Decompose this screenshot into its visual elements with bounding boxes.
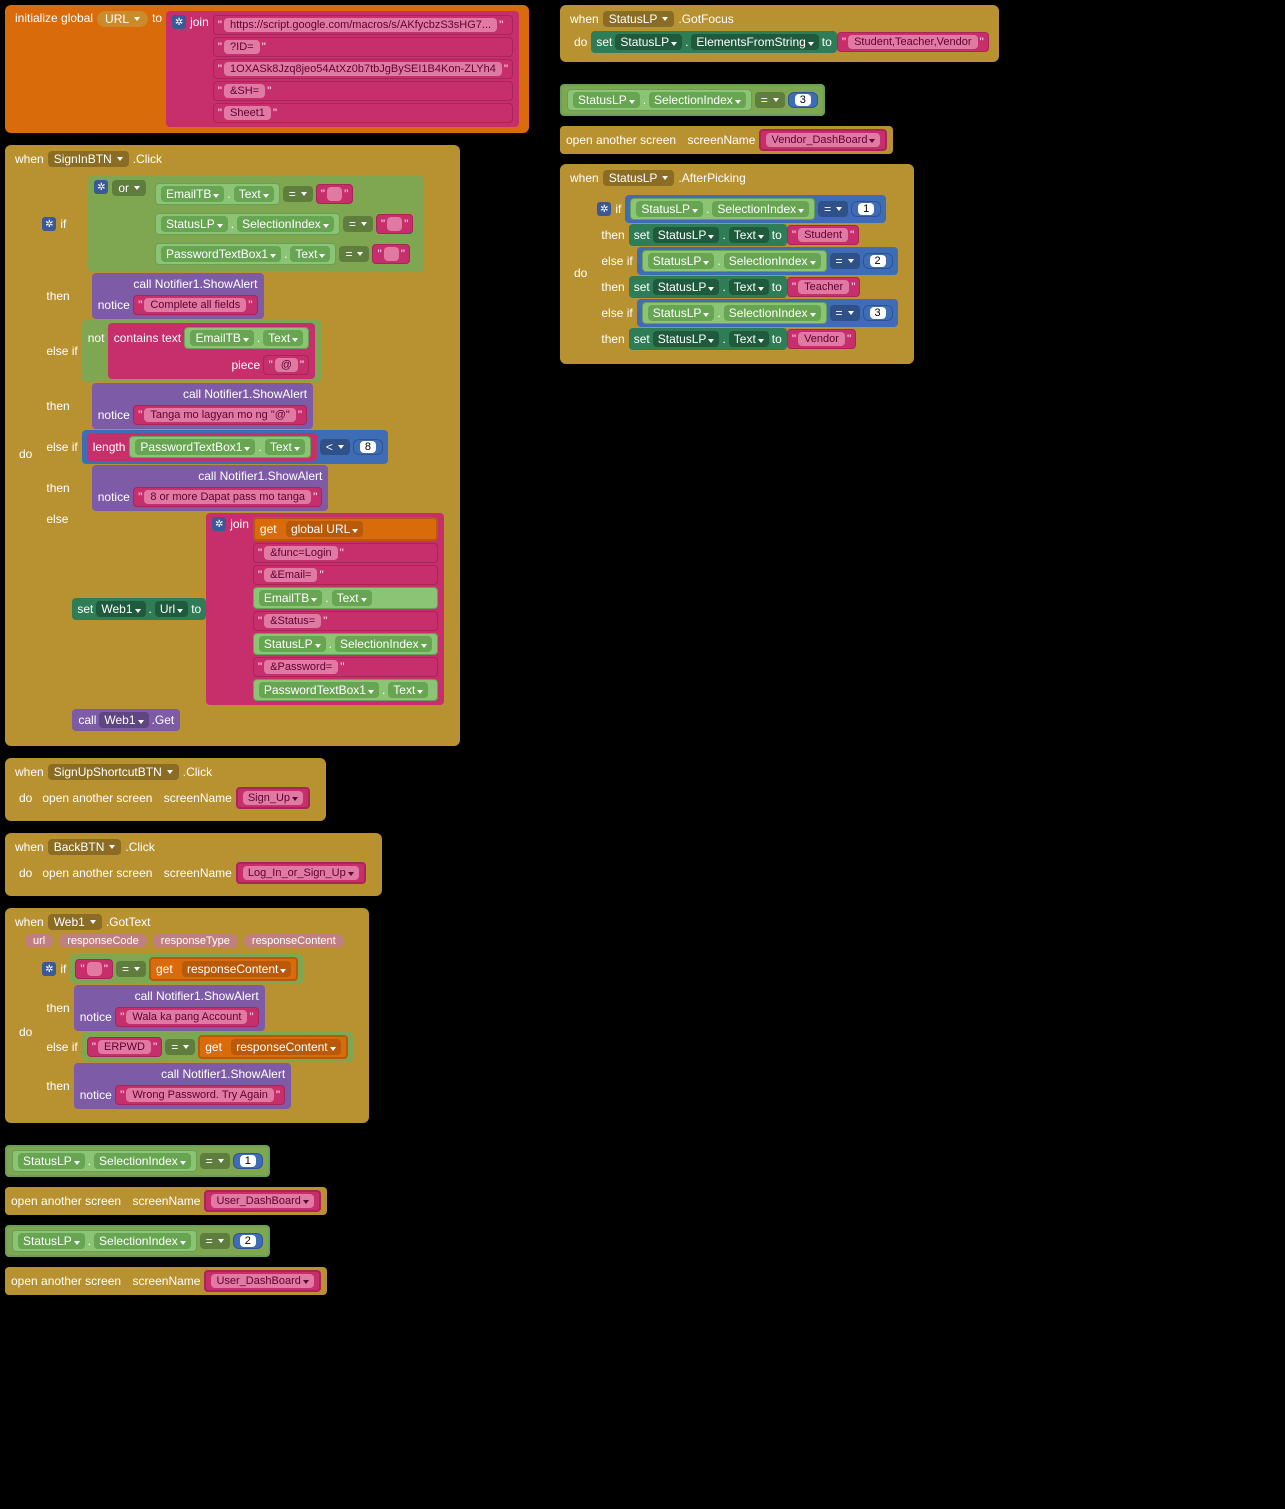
- when-statuslp-afterpicking[interactable]: when StatusLP .AfterPicking do ✲ if Stat…: [560, 164, 914, 364]
- when-signin-click[interactable]: when SignInBTN .Click do ✲ if ✲ or Email…: [5, 145, 460, 746]
- compare-eq[interactable]: " " = get responseContent: [70, 954, 303, 984]
- compare-eq-float[interactable]: StatusLP.SelectionIndex = 3: [560, 84, 825, 116]
- getter-statuslp-selindex[interactable]: StatusLP.SelectionIndex: [155, 213, 340, 235]
- screen-name-dropdown[interactable]: Sign_Up: [236, 787, 310, 809]
- open-another-screen-float[interactable]: open another screen screenName User_Dash…: [5, 1187, 327, 1215]
- join-block[interactable]: ✲ join "https://script.google.com/macros…: [166, 11, 519, 127]
- component-dropdown[interactable]: SignUpShortcutBTN: [48, 764, 179, 780]
- param-url: url: [25, 934, 53, 948]
- if-block[interactable]: ✲ if " " = get responseContent then call…: [36, 949, 358, 1114]
- compare-eq[interactable]: "ERPWD" = get responseContent: [82, 1032, 353, 1062]
- getter-pwd-text[interactable]: PasswordTextBox1.Text: [155, 243, 336, 265]
- gear-icon[interactable]: ✲: [212, 517, 226, 531]
- to-label: to: [152, 11, 162, 25]
- open-another-screen[interactable]: open another screen screenName Sign_Up: [36, 784, 316, 812]
- text-literal[interactable]: "https://script.google.com/macros/s/AKfy…: [213, 15, 513, 35]
- gear-icon[interactable]: ✲: [42, 217, 56, 231]
- set-web1-url[interactable]: set Web1.Url to: [72, 598, 206, 620]
- gear-icon[interactable]: ✲: [172, 15, 186, 29]
- param-responsecontent: responseContent: [244, 934, 344, 948]
- open-another-screen-float[interactable]: open another screen screenName User_Dash…: [5, 1267, 327, 1295]
- text-literal[interactable]: "&SH=": [213, 81, 513, 101]
- init-global-url-block[interactable]: initialize global URL to ✲ join "https:/…: [5, 5, 529, 133]
- text-literal[interactable]: "1OXASk8Jzq8jeo54AtXz0b7tbJgBySEI1B4Kon-…: [213, 59, 513, 79]
- when-web1-gottext[interactable]: when Web1 .GotText url responseCode resp…: [5, 908, 369, 1123]
- when-signup-shortcut-click[interactable]: when SignUpShortcutBTN .Click do open an…: [5, 758, 326, 821]
- component-dropdown[interactable]: StatusLP: [603, 170, 675, 186]
- call-notifier-showalert[interactable]: call Notifier1.ShowAlert notice "Wala ka…: [74, 985, 265, 1031]
- compare-eq[interactable]: StatusLP.SelectionIndex = 3: [637, 299, 898, 327]
- component-dropdown[interactable]: StatusLP: [603, 11, 675, 27]
- param-responsecode: responseCode: [59, 934, 147, 948]
- call-notifier-showalert[interactable]: call Notifier1.ShowAlert notice "Complet…: [92, 273, 264, 319]
- call-web1-get[interactable]: call Web1.Get: [72, 709, 180, 731]
- call-notifier-showalert[interactable]: call Notifier1.ShowAlert notice "Wrong P…: [74, 1063, 291, 1109]
- component-dropdown[interactable]: SignInBTN: [48, 151, 129, 167]
- get-responsecontent[interactable]: get responseContent: [198, 1035, 347, 1059]
- var-name-dropdown[interactable]: URL: [97, 11, 148, 27]
- gear-icon[interactable]: ✲: [94, 180, 108, 194]
- compare-eq[interactable]: StatusLP.SelectionIndex = 1: [625, 195, 886, 223]
- if-block[interactable]: ✲ if ✲ or EmailTB.Text = " " StatusLP.Se…: [36, 171, 449, 737]
- length-block[interactable]: length PasswordTextBox1.Text: [87, 433, 317, 461]
- open-another-screen-vendor[interactable]: open another screen screenName Vendor_Da…: [560, 126, 893, 154]
- get-responsecontent[interactable]: get responseContent: [149, 957, 298, 981]
- screen-name-dropdown[interactable]: Log_In_or_Sign_Up: [236, 862, 366, 884]
- if-block[interactable]: ✲ if StatusLP.SelectionIndex = 1 then se…: [591, 190, 903, 355]
- get-global-url[interactable]: get global URL: [253, 517, 438, 541]
- compare-eq-float[interactable]: StatusLP.SelectionIndex = 1: [5, 1145, 270, 1177]
- call-notifier-showalert[interactable]: call Notifier1.ShowAlert notice "Tanga m…: [92, 383, 313, 429]
- compare-eq[interactable]: EmailTB.Text = " ": [150, 180, 418, 208]
- join-block[interactable]: ✲ join get global URL "&func=Login" "&Em…: [206, 513, 443, 705]
- open-another-screen[interactable]: open another screen screenName Log_In_or…: [36, 859, 371, 887]
- compare-eq[interactable]: StatusLP.SelectionIndex = 2: [637, 247, 898, 275]
- init-label: initialize global: [15, 11, 93, 25]
- not-block[interactable]: not contains text EmailTB.Text piece "@": [82, 320, 321, 382]
- text-literal[interactable]: "?ID=": [213, 37, 513, 57]
- or-block[interactable]: ✲ or EmailTB.Text = " " StatusLP.Selecti…: [88, 176, 424, 272]
- text-literal[interactable]: "Sheet1": [213, 103, 513, 123]
- set-statuslp-text[interactable]: setStatusLP.Textto: [629, 224, 787, 246]
- getter-emailtb-text[interactable]: EmailTB.Text: [155, 183, 280, 205]
- component-dropdown[interactable]: Web1: [48, 914, 102, 930]
- compare-eq[interactable]: PasswordTextBox1.Text = " ": [150, 240, 418, 268]
- compare-lt[interactable]: length PasswordTextBox1.Text < 8: [82, 430, 388, 464]
- when-statuslp-gotfocus[interactable]: when StatusLP .GotFocus do set StatusLP.…: [560, 5, 999, 62]
- number-literal[interactable]: 8: [353, 439, 383, 455]
- set-statuslp-text[interactable]: setStatusLP.Textto: [629, 276, 787, 298]
- set-statuslp-text[interactable]: setStatusLP.Textto: [629, 328, 787, 350]
- call-notifier-showalert[interactable]: call Notifier1.ShowAlert notice "8 or mo…: [92, 465, 329, 511]
- gear-icon[interactable]: ✲: [597, 202, 611, 216]
- component-dropdown[interactable]: BackBTN: [48, 839, 122, 855]
- param-responsetype: responseType: [153, 934, 238, 948]
- compare-eq[interactable]: StatusLP.SelectionIndex = " ": [150, 210, 418, 238]
- contains-block[interactable]: contains text EmailTB.Text piece "@": [108, 323, 315, 379]
- gear-icon[interactable]: ✲: [42, 962, 56, 976]
- set-statuslp-elements[interactable]: set StatusLP.ElementsFromString to: [591, 31, 836, 53]
- when-back-click[interactable]: when BackBTN .Click do open another scre…: [5, 833, 382, 896]
- compare-eq-float[interactable]: StatusLP.SelectionIndex = 2: [5, 1225, 270, 1257]
